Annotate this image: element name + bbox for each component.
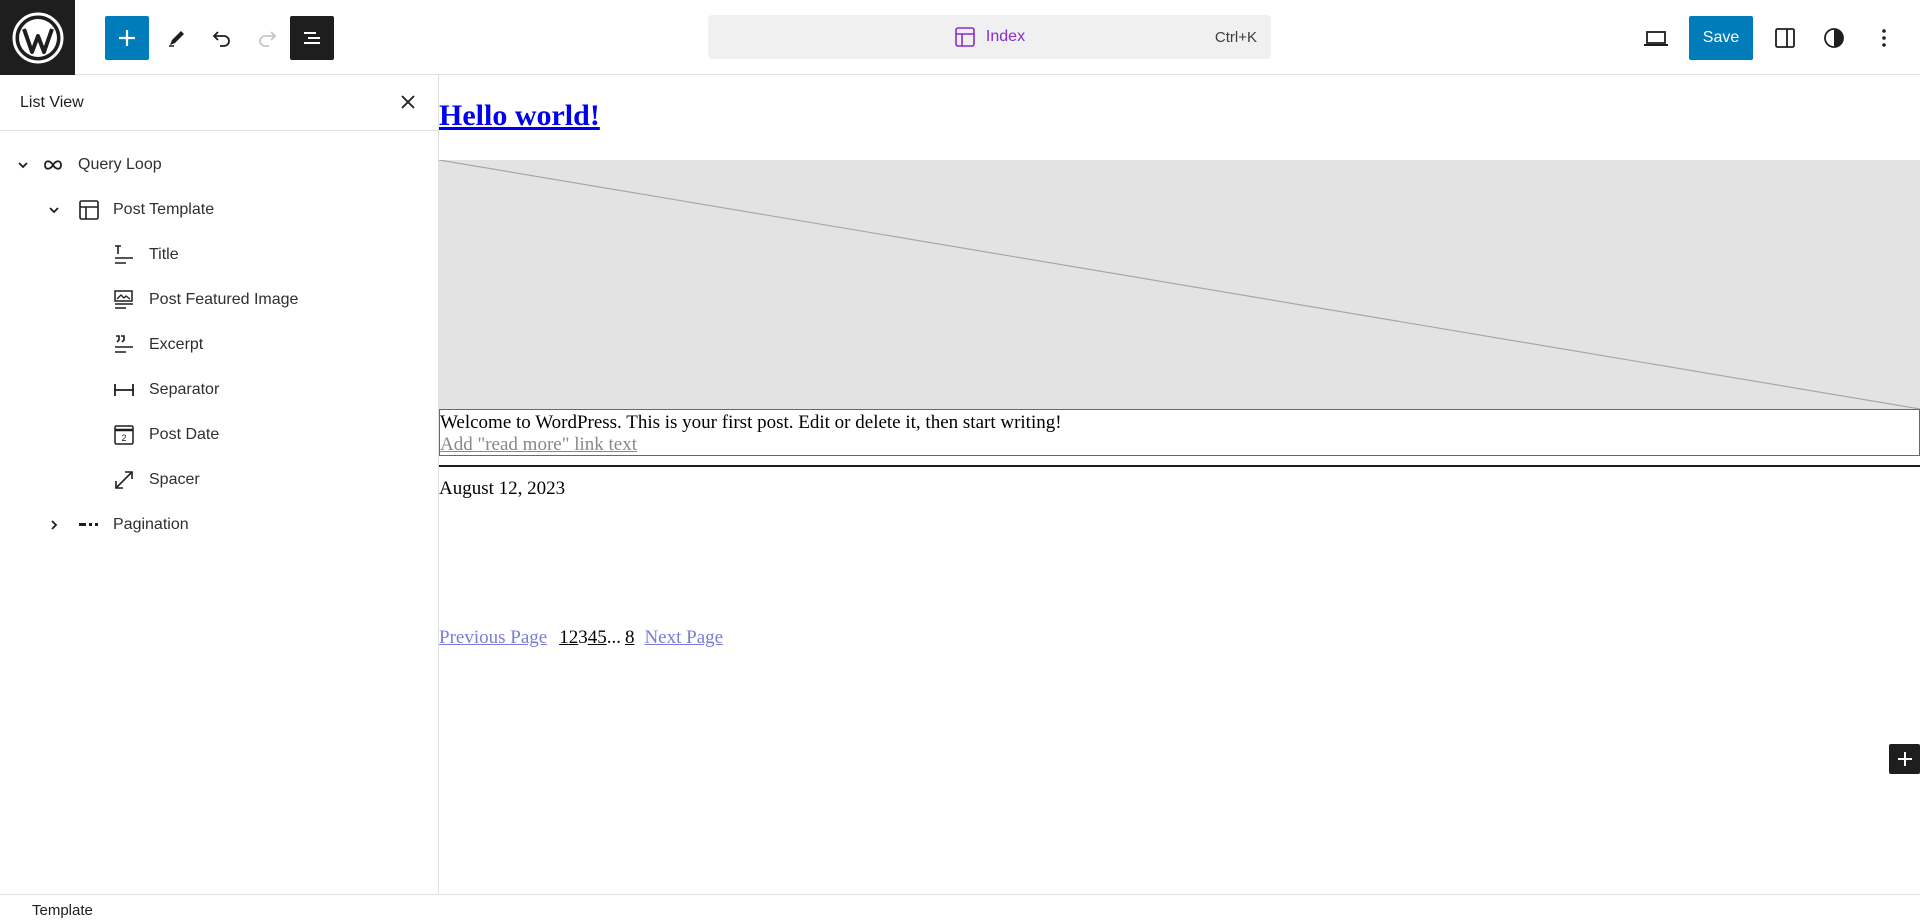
- editor-header: Index Ctrl+K Save: [0, 0, 1920, 75]
- loop-icon: [40, 152, 66, 178]
- chevron-right-icon[interactable]: [44, 515, 64, 535]
- undo-icon: [212, 31, 230, 47]
- sidebar-icon: [1775, 28, 1795, 48]
- list-view-item-post-date[interactable]: 2 Post Date: [0, 412, 439, 457]
- page-number-link[interactable]: 2: [569, 627, 579, 649]
- settings-button[interactable]: [1763, 16, 1807, 60]
- list-view-item-query-loop[interactable]: Query Loop: [0, 142, 439, 187]
- list-view-item-label: Post Date: [149, 425, 220, 443]
- redo-icon: [259, 31, 277, 47]
- svg-text:2: 2: [121, 433, 126, 443]
- chevron-down-icon[interactable]: [13, 155, 33, 175]
- separator-block[interactable]: [439, 465, 1920, 467]
- more-vertical-icon: [1882, 29, 1886, 47]
- post-featured-image-placeholder[interactable]: [439, 160, 1920, 409]
- list-view-title: List View: [20, 94, 84, 111]
- wordpress-logo-icon[interactable]: [0, 0, 75, 75]
- contrast-icon: [1824, 28, 1844, 48]
- block-breadcrumb-bar: Template: [0, 894, 1920, 924]
- plus-icon: [1897, 752, 1912, 766]
- list-view-item-label: Post Template: [113, 200, 215, 218]
- list-view-item-label: Excerpt: [149, 335, 204, 353]
- add-block-button[interactable]: [105, 16, 149, 60]
- page-number-link[interactable]: 4: [588, 627, 598, 649]
- editor-canvas: Hello world! Welcome to WordPress. This …: [439, 75, 1920, 894]
- list-view-item-label: Title: [149, 245, 179, 263]
- chevron-down-icon[interactable]: [44, 200, 64, 220]
- document-title: Index: [708, 26, 1271, 48]
- pagination-block[interactable]: Previous Page 1 2 3 4 5 ... 8 Next Page: [439, 627, 723, 649]
- read-more-link-placeholder[interactable]: Add "read more" link text: [440, 434, 637, 456]
- list-view-icon: [304, 32, 320, 44]
- post-excerpt-block[interactable]: Welcome to WordPress. This is your first…: [439, 409, 1920, 456]
- redo-button[interactable]: [245, 16, 289, 60]
- list-view-item-label: Separator: [149, 380, 220, 398]
- undo-button[interactable]: [200, 16, 244, 60]
- list-view-item-separator[interactable]: Separator: [0, 367, 439, 412]
- device-preview-button[interactable]: [1634, 16, 1678, 60]
- list-view-item-title[interactable]: Title: [0, 232, 439, 277]
- resize-icon: [111, 467, 137, 493]
- excerpt-icon: [111, 332, 137, 358]
- previous-page-link[interactable]: Previous Page: [439, 627, 547, 649]
- layout-icon: [955, 27, 975, 47]
- pencil-icon: [169, 31, 184, 47]
- calendar-icon: 2: [111, 422, 137, 448]
- page-number-link[interactable]: 5: [597, 627, 607, 649]
- inserter-button[interactable]: [1889, 744, 1920, 774]
- list-view-item-label: Pagination: [113, 515, 189, 533]
- list-view-button[interactable]: [290, 16, 334, 60]
- separator-icon: [111, 377, 137, 403]
- command-palette-button[interactable]: Index Ctrl+K: [708, 15, 1271, 59]
- plus-icon: [119, 30, 135, 46]
- next-page-link[interactable]: Next Page: [644, 627, 723, 649]
- title-icon: [111, 242, 137, 268]
- document-title-label: Index: [985, 28, 1026, 45]
- list-view-item-label: Spacer: [149, 470, 200, 488]
- page-number-current: 3: [578, 627, 588, 648]
- list-view-header: List View: [0, 75, 438, 131]
- post-date[interactable]: August 12, 2023: [439, 478, 565, 500]
- list-view-item-label: Query Loop: [78, 155, 162, 173]
- desktop-icon: [1644, 31, 1668, 46]
- post-title[interactable]: Hello world!: [439, 99, 600, 133]
- list-view-item-post-template[interactable]: Post Template: [0, 187, 439, 232]
- list-view-item-label: Post Featured Image: [149, 290, 299, 308]
- tools-button[interactable]: [155, 16, 199, 60]
- page-number-link[interactable]: 1: [559, 627, 569, 649]
- list-view-item-post-featured-image[interactable]: Post Featured Image: [0, 277, 439, 322]
- placeholder-diagonal: [439, 160, 1920, 409]
- breadcrumb-template[interactable]: Template: [32, 902, 93, 919]
- layout-icon: [76, 197, 102, 223]
- page-number-link[interactable]: 8: [625, 627, 635, 649]
- list-view-item-pagination[interactable]: Pagination: [0, 502, 439, 547]
- list-view-item-excerpt[interactable]: Excerpt: [0, 322, 439, 367]
- pagination-icon: [76, 512, 102, 538]
- list-view-panel: List View Query Loop Post Template Title: [0, 75, 439, 894]
- styles-button[interactable]: [1812, 16, 1856, 60]
- save-button[interactable]: Save: [1689, 16, 1753, 60]
- list-view-item-spacer[interactable]: Spacer: [0, 457, 439, 502]
- close-icon: [401, 95, 415, 109]
- pagination-dots: ...: [606, 627, 621, 648]
- featured-image-icon: [111, 287, 137, 313]
- close-list-view-button[interactable]: [396, 90, 420, 114]
- options-button[interactable]: [1862, 16, 1906, 60]
- post-excerpt-text: Welcome to WordPress. This is your first…: [440, 412, 1062, 433]
- command-shortcut: Ctrl+K: [1214, 28, 1257, 46]
